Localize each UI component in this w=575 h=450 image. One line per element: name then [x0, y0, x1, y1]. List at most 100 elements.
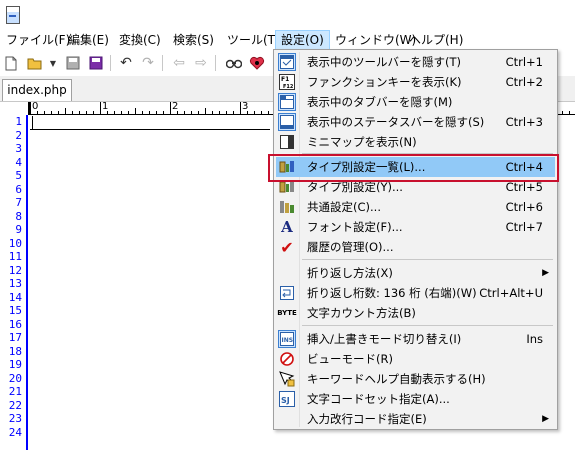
undo-icon[interactable]: ↶ [117, 54, 135, 72]
menu-convert[interactable]: 変換(C) [114, 30, 166, 50]
menu-item-hide-toolbar[interactable]: 表示中のツールバーを隠す(T) Ctrl+1 [276, 52, 555, 72]
menu-item-common-settings[interactable]: 共通設定(C)... Ctrl+6 [276, 197, 555, 217]
save-all-icon[interactable] [87, 54, 105, 72]
menu-item-newline-code[interactable]: 入力改行コード指定(E) ▶ [276, 409, 555, 429]
text-caret [32, 116, 33, 130]
byte-icon: BYTE [277, 309, 297, 317]
ruler-tick [268, 111, 269, 114]
menu-edit[interactable]: 編集(E) [63, 30, 114, 50]
svg-text:SJ: SJ [281, 396, 290, 405]
toolbar-separator [110, 55, 111, 71]
cursor-line-underline [30, 129, 270, 130]
ruler-tick [170, 102, 171, 114]
ruler-tick [93, 111, 94, 114]
ruler-tick [128, 111, 129, 114]
line-number: 5 [15, 169, 22, 182]
menu-item-shortcut: Ins [526, 332, 543, 346]
ruler-tick [254, 111, 255, 114]
menu-settings[interactable]: 設定(O) [275, 30, 330, 50]
menu-search[interactable]: 検索(S) [168, 30, 219, 50]
ruler-tick [58, 111, 59, 114]
menu-item-hide-statusbar[interactable]: 表示中のステータスバーを隠す(S) Ctrl+3 [276, 112, 555, 132]
ruler-tick [142, 111, 143, 114]
line-number: 7 [15, 196, 22, 209]
menu-item-shortcut: Ctrl+2 [505, 75, 543, 89]
menu-separator [302, 259, 553, 260]
menu-item-view-mode[interactable]: ビューモード(R) [276, 349, 555, 369]
menu-item-label: フォント設定(F)... [307, 220, 403, 234]
tab-index-php[interactable]: index.php [2, 79, 72, 101]
line-number: 19 [8, 358, 22, 371]
menu-item-charset[interactable]: SJ 文字コードセット指定(A)... [276, 389, 555, 409]
line-number: 14 [8, 290, 22, 304]
tabbar-toggle-icon [279, 94, 295, 110]
ruler-tick [72, 111, 73, 114]
menu-item-history[interactable]: ✔ 履歴の管理(O)... [276, 237, 555, 257]
menu-item-label: 表示中のタブバーを隠す(M) [307, 95, 453, 109]
menu-item-wrap-method[interactable]: 折り返し方法(X) ▶ [276, 263, 555, 283]
menu-item-label: 履歴の管理(O)... [307, 240, 394, 254]
ruler-tick [135, 108, 136, 114]
menu-item-char-count[interactable]: BYTE 文字カウント方法(B) [276, 303, 555, 323]
toolbar-separator [215, 55, 216, 71]
ruler-tick [198, 111, 199, 114]
open-dropdown-icon[interactable]: ▼ [44, 54, 62, 72]
view-mode-icon [279, 351, 295, 367]
line-number: 6 [15, 182, 22, 196]
menu-item-label: ミニマップを表示(N) [307, 135, 417, 149]
line-number-gutter: 1 2 3 4 5 6 7 8 9 10 11 12 13 14 15 16 1… [0, 115, 26, 450]
line-number: 3 [15, 142, 22, 155]
line-number: 18 [8, 344, 22, 358]
ruler-tick [86, 111, 87, 114]
menu-item-shortcut: Ctrl+7 [505, 220, 543, 234]
ruler-tick [261, 111, 262, 114]
minimap-icon [279, 134, 295, 150]
ruler-tick [149, 111, 150, 114]
menu-item-label: 折り返し方法(X) [307, 266, 393, 280]
statusbar-toggle-icon [279, 114, 295, 130]
menu-item-show-function-keys[interactable]: F1 F12 ファンクションキーを表示(K) Ctrl+2 [276, 72, 555, 92]
line-number: 23 [8, 412, 22, 425]
menu-item-label: 挿入/上書きモード切り替え(I) [307, 332, 462, 346]
ruler-tick [247, 111, 248, 114]
menu-item-shortcut: Ctrl+3 [505, 115, 543, 129]
line-number: 11 [8, 250, 22, 263]
menu-item-label: 折り返し桁数: 136 桁 (右端)(W) [307, 286, 477, 300]
forward-icon[interactable]: ⇨ [192, 54, 210, 72]
ruler-tick [163, 111, 164, 114]
highlight-frame [268, 154, 559, 182]
menu-item-hide-tabbar[interactable]: 表示中のタブバーを隠す(M) [276, 92, 555, 112]
ruler-tick [184, 111, 185, 114]
menu-item-label: 共通設定(C)... [307, 200, 381, 214]
new-file-icon[interactable] [2, 54, 20, 72]
line-number: 9 [15, 223, 22, 236]
menu-item-show-minimap[interactable]: ミニマップを表示(N) [276, 132, 555, 152]
menu-item-label: ビューモード(R) [307, 352, 393, 366]
back-icon[interactable]: ⇦ [170, 54, 188, 72]
favorite-icon[interactable] [248, 54, 266, 72]
open-folder-icon[interactable] [26, 54, 44, 72]
settings-menu: 表示中のツールバーを隠す(T) Ctrl+1 F1 F12 ファンクションキーを表… [273, 49, 558, 430]
menu-item-keyword-help[interactable]: キーワードヘルプ自動表示する(H) [276, 369, 555, 389]
line-number: 12 [8, 263, 22, 277]
ruler-tick [121, 111, 122, 114]
gutter-divider [26, 115, 28, 450]
menu-item-insert-overwrite[interactable]: INS 挿入/上書きモード切り替え(I) Ins [276, 329, 555, 349]
menu-item-label: 入力改行コード指定(E) [307, 412, 427, 426]
ruler-tick [191, 111, 192, 114]
app-icon [6, 6, 20, 24]
menu-item-shortcut: Ctrl+1 [505, 55, 543, 69]
menu-item-shortcut: Ctrl+6 [505, 200, 543, 214]
save-icon[interactable] [64, 54, 82, 72]
menu-item-font-settings[interactable]: A フォント設定(F)... Ctrl+7 [276, 217, 555, 237]
ruler-tick [177, 111, 178, 114]
ruler-tick [569, 111, 570, 114]
menu-separator [302, 325, 553, 326]
menu-help[interactable]: ヘルプ(H) [404, 30, 468, 50]
line-number: 2 [15, 128, 22, 142]
menu-item-wrap-columns[interactable]: 折り返し桁数: 136 桁 (右端)(W) Ctrl+Alt+U [276, 283, 555, 303]
ruler-tick [65, 108, 66, 114]
line-number: 21 [8, 385, 22, 398]
redo-icon[interactable]: ↷ [139, 54, 157, 72]
find-icon[interactable] [225, 54, 243, 72]
